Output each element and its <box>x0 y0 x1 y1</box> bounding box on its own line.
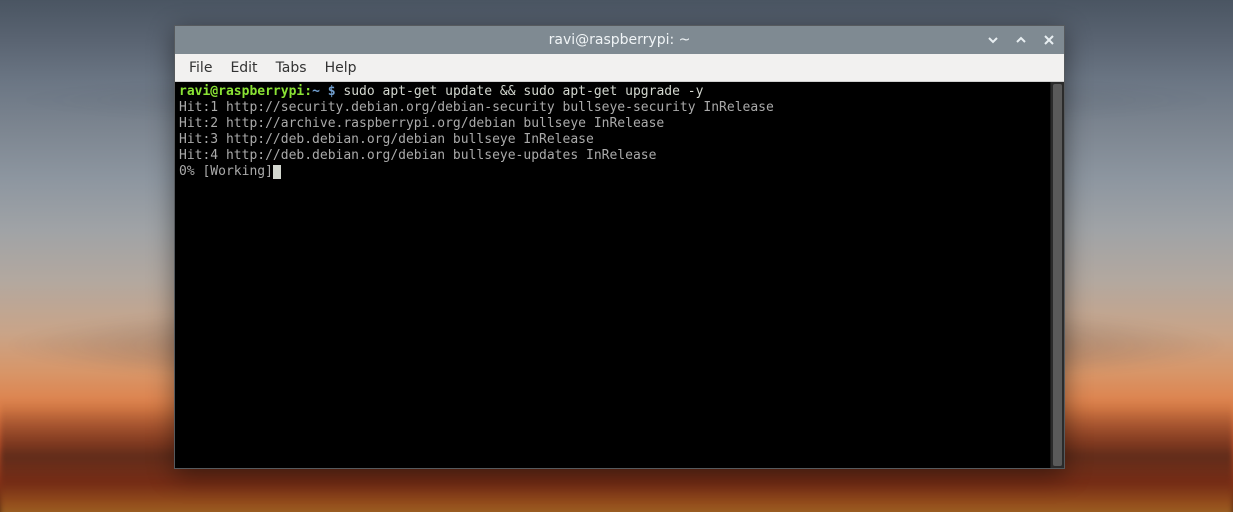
minimize-button[interactable] <box>982 29 1004 51</box>
maximize-button[interactable] <box>1010 29 1032 51</box>
command-text: sudo apt-get update && sudo apt-get upgr… <box>343 84 703 99</box>
output-line: Hit:3 http://deb.debian.org/debian bulls… <box>179 132 594 147</box>
menu-edit[interactable]: Edit <box>222 57 265 79</box>
chevron-down-icon <box>987 34 999 46</box>
menu-file[interactable]: File <box>181 57 220 79</box>
output-line: Hit:2 http://archive.raspberrypi.org/deb… <box>179 116 664 131</box>
terminal-output[interactable]: ravi@raspberrypi:~ $ sudo apt-get update… <box>175 82 1050 468</box>
menubar: File Edit Tabs Help <box>175 54 1064 82</box>
titlebar[interactable]: ravi@raspberrypi: ~ <box>175 26 1064 54</box>
output-line: Hit:4 http://deb.debian.org/debian bulls… <box>179 148 656 163</box>
menu-help[interactable]: Help <box>317 57 365 79</box>
window-title: ravi@raspberrypi: ~ <box>549 32 691 48</box>
window-controls <box>982 26 1060 54</box>
menu-tabs[interactable]: Tabs <box>268 57 315 79</box>
prompt-separator: : <box>304 84 312 99</box>
prompt-path: ~ <box>312 84 320 99</box>
close-icon <box>1043 34 1055 46</box>
scrollbar-thumb[interactable] <box>1053 84 1062 466</box>
cursor-block-icon <box>273 165 281 179</box>
prompt-user-host: ravi@raspberrypi <box>179 84 304 99</box>
scrollbar[interactable] <box>1050 82 1064 468</box>
close-button[interactable] <box>1038 29 1060 51</box>
terminal-body: ravi@raspberrypi:~ $ sudo apt-get update… <box>175 82 1064 468</box>
chevron-up-icon <box>1015 34 1027 46</box>
output-line: Hit:1 http://security.debian.org/debian-… <box>179 100 774 115</box>
progress-line: 0% [Working] <box>179 164 273 179</box>
prompt-dollar: $ <box>320 84 343 99</box>
terminal-window: ravi@raspberrypi: ~ File Edit Tabs Help … <box>174 25 1065 469</box>
